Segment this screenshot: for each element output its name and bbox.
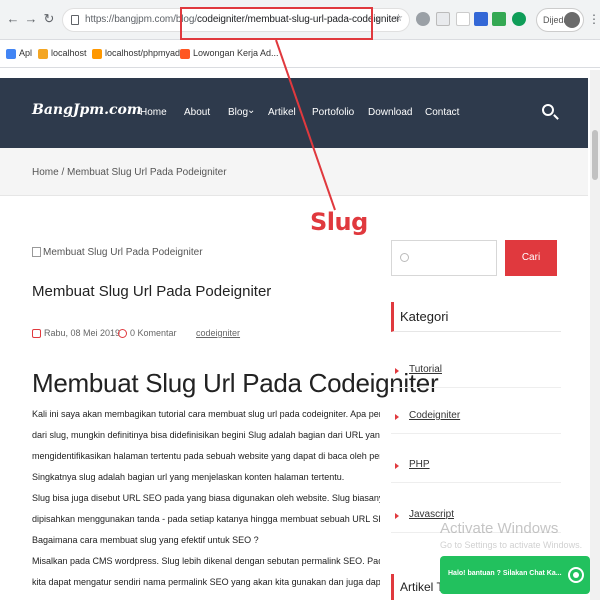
slug-annotation-label: Slug bbox=[310, 208, 368, 236]
annotation-arrow-line bbox=[275, 39, 336, 211]
